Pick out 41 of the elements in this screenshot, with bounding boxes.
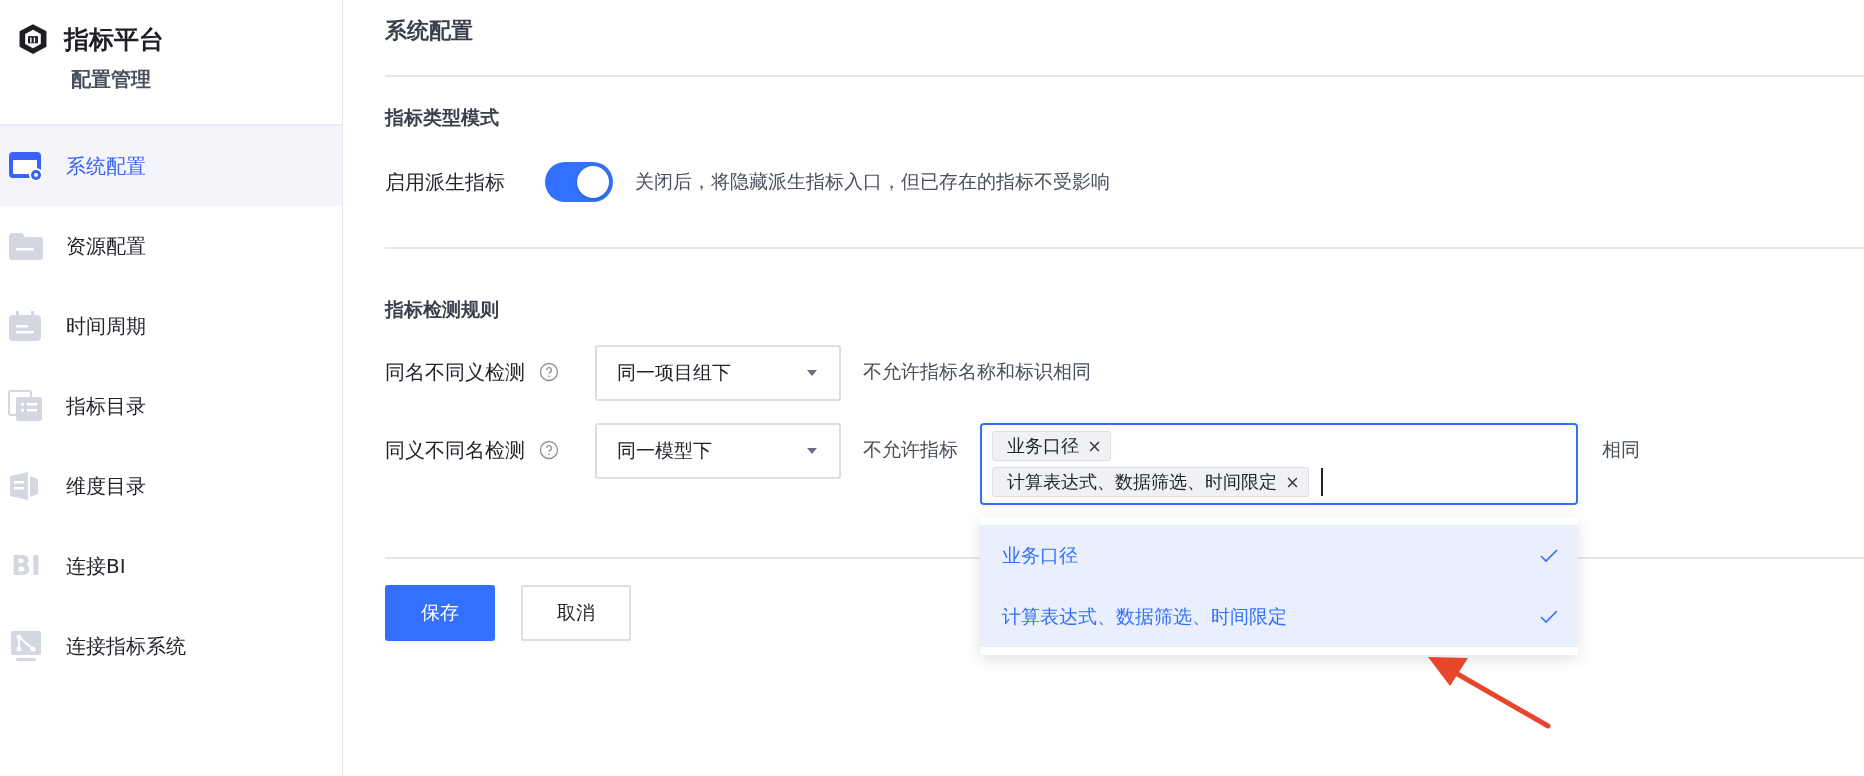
field-label: 同义不同名检测 (385, 437, 526, 464)
page-title: 系统配置 (385, 17, 474, 45)
close-icon[interactable] (1089, 440, 1100, 452)
sidebar-item[interactable]: 连接指标系统 (0, 606, 342, 686)
cancel-button[interactable]: 取消 (521, 585, 631, 641)
caret-icon (807, 370, 817, 376)
multi-select-field[interactable]: 业务口径 计算表达式、数据筛选、时间限定 (980, 423, 1578, 505)
sidebar-item[interactable]: 系统配置 (0, 126, 342, 206)
list-icon (8, 390, 44, 422)
tag: 计算表达式、数据筛选、时间限定 (992, 467, 1309, 497)
close-icon[interactable] (1287, 476, 1298, 488)
field-label: 同名不同义检测 (385, 359, 526, 386)
hint-text: 关闭后，将隐藏派生指标入口，但已存在的指标不受影响 (635, 169, 1110, 194)
sidebar-item[interactable]: 维度目录 (0, 446, 342, 526)
network-icon (8, 630, 44, 662)
check-icon (1540, 548, 1558, 563)
section-title: 指标类型模式 (385, 105, 500, 130)
help-icon[interactable] (539, 362, 559, 382)
app-subtitle: 配置管理 (71, 66, 151, 93)
section-title: 指标检测规则 (385, 297, 500, 322)
save-button[interactable]: 保存 (385, 585, 495, 641)
caret-icon (807, 448, 817, 454)
hint-text: 不允许指标名称和标识相同 (863, 359, 1091, 384)
field-label: 启用派生指标 (385, 168, 505, 196)
toggle-switch[interactable] (545, 162, 613, 202)
sidebar-item[interactable]: 资源配置 (0, 206, 342, 286)
dropdown-option[interactable]: 业务口径 (980, 525, 1578, 586)
tag: 业务口径 (992, 431, 1111, 461)
check-icon (1540, 609, 1558, 624)
window-gear-icon (8, 150, 44, 182)
hint-text: 不允许指标 (863, 437, 958, 462)
help-icon[interactable] (539, 440, 559, 460)
select-field[interactable]: 同一模型下 (595, 423, 841, 479)
sidebar-item[interactable]: 时间周期 (0, 286, 342, 366)
calendar-icon (8, 310, 44, 342)
dropdown-option[interactable]: 计算表达式、数据筛选、时间限定 (980, 586, 1578, 647)
hint-text: 相同 (1602, 437, 1640, 462)
folder-icon (8, 230, 44, 262)
sidebar-item[interactable]: 指标目录 (0, 366, 342, 446)
app-title: 指标平台 (64, 23, 164, 56)
select-field[interactable]: 同一项目组下 (595, 345, 841, 401)
